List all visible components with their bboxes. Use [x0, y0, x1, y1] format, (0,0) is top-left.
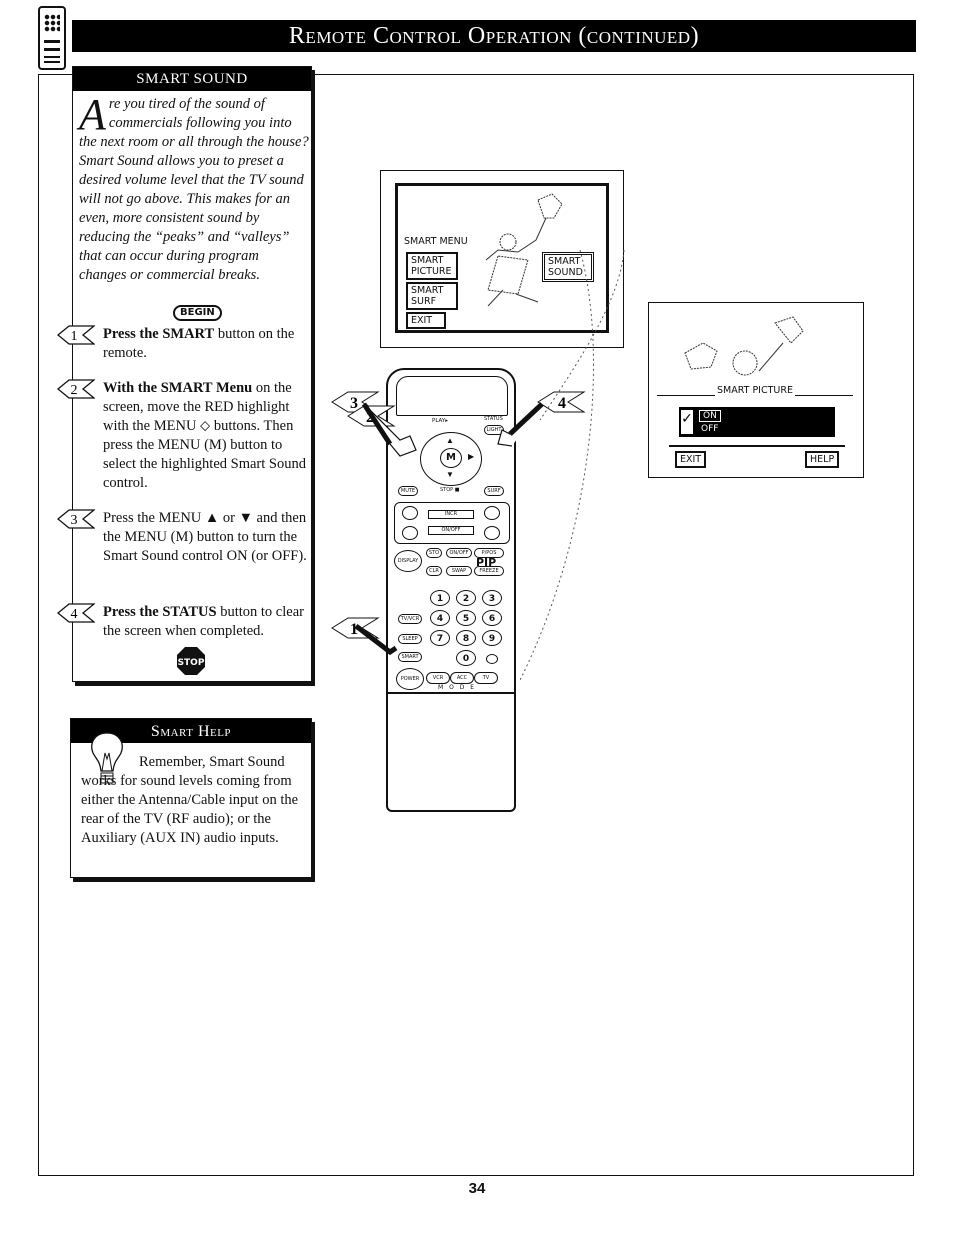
channel-up-button[interactable] — [484, 506, 500, 520]
smart-help-panel: Smart Help Remember, Smart Sound works f… — [70, 718, 312, 878]
play-label: PLAY▸ — [432, 418, 448, 424]
volume-down-button[interactable] — [402, 526, 418, 540]
up-arrow-icon[interactable]: ▲ — [446, 436, 454, 445]
freeze-button[interactable]: FREEZE — [474, 566, 504, 576]
svg-text:1: 1 — [71, 329, 78, 344]
cheerleader-illustration — [684, 316, 804, 376]
step-number-diamond: 2 — [56, 379, 96, 399]
mode-tv-button[interactable]: TV — [474, 672, 498, 684]
step-number-diamond: 3 — [56, 509, 96, 529]
number-button[interactable]: 1 — [430, 590, 450, 606]
option-on[interactable]: ON — [699, 410, 721, 422]
smart-picture-screen: SMART PICTURE ✓ ON OFF EXIT HELP — [648, 302, 864, 478]
intro-text: re you tired of the sound of commercials… — [79, 96, 309, 283]
option-off[interactable]: OFF — [701, 424, 718, 434]
smart-menu-title: SMART MENU — [404, 236, 468, 247]
step-2-bold: With the SMART Menu — [103, 380, 253, 396]
smart-surf-option[interactable]: SMART SURF — [406, 282, 458, 310]
smart-picture-title: SMART PICTURE — [657, 385, 853, 396]
sleep-button[interactable]: SLEEP — [398, 634, 422, 644]
step-4-bold: Press the STATUS — [103, 604, 217, 620]
number-button[interactable]: 5 — [456, 610, 476, 626]
on-off-button[interactable]: ON/OFF — [428, 526, 474, 535]
surf-button[interactable]: SURF — [484, 486, 504, 496]
mode-acc-button[interactable]: ACC — [450, 672, 474, 684]
pointing-hand-icon — [354, 624, 398, 656]
pointing-hand-icon — [361, 402, 417, 457]
power-button[interactable]: POWER — [396, 668, 424, 690]
sto-button[interactable]: STO — [426, 548, 442, 558]
pip-on-off-button[interactable]: ON/OFF — [446, 548, 472, 558]
divider — [669, 445, 845, 447]
remote-divider — [388, 692, 514, 694]
mode-vcr-button[interactable]: VCR — [426, 672, 450, 684]
number-button[interactable]: 7 — [430, 630, 450, 646]
page-title: Remote Control Operation (continued) — [288, 23, 700, 49]
remote-control-icon — [38, 6, 66, 70]
smart-help-text: Remember, Smart Sound works for sound le… — [81, 754, 299, 846]
svg-text:3: 3 — [71, 513, 78, 528]
stop-sign-icon: STOP — [177, 647, 205, 675]
intro-paragraph: Are you tired of the sound of commercial… — [79, 90, 309, 285]
display-button[interactable]: DISPLAY — [394, 550, 422, 572]
help-button[interactable]: HELP — [805, 451, 840, 468]
mute-button[interactable]: MUTE — [398, 486, 418, 496]
number-button[interactable]: 6 — [482, 610, 502, 626]
right-arrow-icon[interactable]: ▶ — [468, 452, 474, 461]
smart-button[interactable]: SMART — [398, 652, 422, 662]
step-2-text: on the screen, move the RED highlight wi… — [103, 380, 306, 491]
number-button[interactable]: 3 — [482, 590, 502, 606]
exit-option[interactable]: EXIT — [406, 312, 446, 329]
channel-down-button[interactable] — [484, 526, 500, 540]
tv-vcr-button[interactable]: TV/VCR — [398, 614, 422, 624]
smart-picture-option[interactable]: SMART PICTURE — [406, 252, 458, 280]
swap-button[interactable]: SWAP — [446, 566, 472, 576]
step-3-text: Press the MENU ▲ or ▼ and then the MENU … — [103, 510, 307, 564]
number-button[interactable]: 2 — [456, 590, 476, 606]
begin-badge: BEGIN — [173, 305, 222, 321]
number-button[interactable]: 8 — [456, 630, 476, 646]
menu-m-button[interactable]: M — [440, 448, 462, 468]
number-button[interactable]: 9 — [482, 630, 502, 646]
step-4: 4 Press the STATUS button to clear the s… — [56, 603, 307, 641]
number-button[interactable]: 4 — [430, 610, 450, 626]
svg-text:4: 4 — [71, 607, 78, 622]
dotted-connector — [520, 249, 625, 681]
down-arrow-icon[interactable]: ▼ — [446, 470, 454, 479]
checkmark-icon: ✓ — [681, 410, 693, 434]
on-off-selector[interactable]: ✓ ON OFF — [679, 407, 835, 437]
step-1-bold: Press the SMART — [103, 326, 215, 342]
exit-button[interactable]: EXIT — [675, 451, 707, 468]
volume-up-button[interactable] — [402, 506, 418, 520]
page-title-bar: Remote Control Operation (continued) — [72, 20, 916, 52]
svg-text:STOP: STOP — [178, 658, 205, 668]
number-button[interactable]: 0 — [456, 650, 476, 666]
step-number-diamond: 1 — [56, 325, 96, 345]
page-number: 34 — [468, 1180, 486, 1197]
step-2: 2 With the SMART Menu on the screen, mov… — [56, 379, 307, 493]
clr-button[interactable]: CLR — [426, 566, 442, 576]
step-1: 1 Press the SMART button on the remote. — [56, 325, 307, 363]
incr-button[interactable]: INCR — [428, 510, 474, 519]
svg-text:2: 2 — [71, 383, 78, 398]
step-3: 3 Press the MENU ▲ or ▼ and then the MEN… — [56, 509, 307, 566]
stop-label: STOP ■ — [440, 487, 460, 493]
mode-label: M O D E — [438, 684, 477, 691]
drop-cap: A — [79, 90, 106, 139]
smart-sound-title: SMART SOUND — [73, 67, 311, 91]
step-number-diamond: 4 — [56, 603, 96, 623]
extra-button[interactable] — [486, 654, 498, 664]
smart-sound-panel: SMART SOUND Are you tired of the sound o… — [56, 66, 312, 682]
